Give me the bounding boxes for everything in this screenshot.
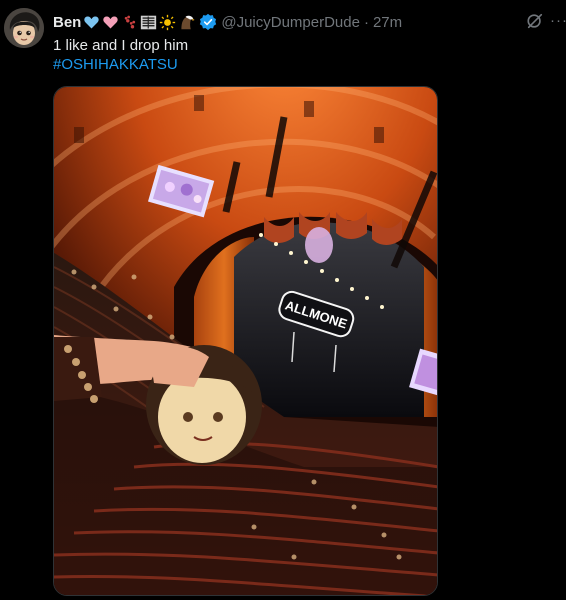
sun-icon (159, 14, 176, 31)
pink-heart-icon (102, 14, 119, 31)
name-emoji-group (83, 14, 195, 31)
tweet-header: Ben @JuicyDumperDude · 27m (53, 12, 506, 32)
separator-dot: · (363, 13, 369, 31)
handle[interactable]: @JuicyDumperDude (221, 14, 360, 31)
display-name[interactable]: Ben (53, 14, 81, 31)
timestamp[interactable]: 27m (373, 14, 402, 31)
tweet: Ben @JuicyDumperDude · 27m ·· 1 like and… (0, 0, 566, 600)
concert-hall-photo: ALLMONE (54, 87, 437, 595)
avatar-image (4, 8, 44, 48)
verified-badge-icon (199, 13, 217, 31)
blue-heart-icon (83, 14, 100, 31)
tweet-text: 1 like and I drop him (53, 37, 189, 54)
glyph-tile-icon (140, 14, 157, 31)
eagle-icon (178, 14, 195, 31)
hashtag-link[interactable]: #OSHIHAKKATSU (53, 55, 178, 75)
grok-icon[interactable] (526, 12, 544, 30)
paw-prints-icon (121, 14, 138, 31)
more-options-button[interactable]: ··· (550, 12, 566, 30)
avatar[interactable] (4, 8, 44, 48)
tweet-media[interactable]: ALLMONE (53, 86, 438, 596)
